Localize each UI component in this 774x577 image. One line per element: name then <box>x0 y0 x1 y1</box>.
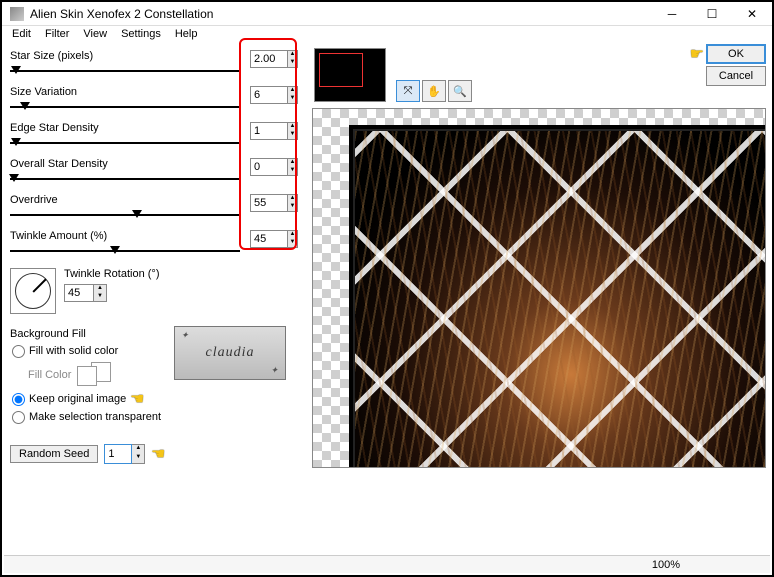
watermark-logo: claudia <box>174 326 286 380</box>
zoom-tool-button[interactable]: 🔍 <box>448 80 472 102</box>
pointer-tool-icon: ⤧ <box>404 85 413 98</box>
input-twinkle-rotation[interactable] <box>64 284 94 302</box>
color-swatch[interactable] <box>77 362 115 388</box>
preview-panel: ⤧ ✋ 🔍 ☛ OK Cancel <box>312 44 772 468</box>
preview-canvas[interactable] <box>312 108 766 468</box>
menu-help[interactable]: Help <box>175 28 198 40</box>
input-overdrive[interactable] <box>250 194 288 212</box>
spin-down-icon[interactable]: ▼ <box>288 59 297 67</box>
menu-bar: Edit Filter View Settings Help <box>2 26 772 44</box>
label-twinkle-rotation: Twinkle Rotation (°) <box>64 268 160 280</box>
input-edge-density[interactable] <box>250 122 288 140</box>
radio-transparent[interactable]: Make selection transparent <box>10 408 304 426</box>
spin-up-icon[interactable]: ▲ <box>288 51 297 59</box>
slider-edge-density[interactable]: Edge Star Density ▲▼ <box>10 122 304 156</box>
slider-overdrive[interactable]: Overdrive ▲▼ <box>10 194 304 228</box>
pointer-icon: ☛ <box>690 44 704 64</box>
settings-panel: Star Size (pixels) ▲▼ Size Variation ▲▼ … <box>2 44 312 468</box>
navigator-thumbnail[interactable] <box>314 48 386 102</box>
pointer-icon: ☛ <box>130 389 144 409</box>
slider-twinkle-amount[interactable]: Twinkle Amount (%) ▲▼ <box>10 230 304 264</box>
menu-filter[interactable]: Filter <box>45 28 69 40</box>
input-overall-density[interactable] <box>250 158 288 176</box>
pointer-icon: ☛ <box>151 444 165 464</box>
input-star-size[interactable] <box>250 50 288 68</box>
input-size-variation[interactable] <box>250 86 288 104</box>
random-seed-button[interactable]: Random Seed <box>10 445 98 463</box>
twinkle-rotation-dial[interactable] <box>10 268 56 314</box>
cancel-button[interactable]: Cancel <box>706 66 766 86</box>
slider-size-variation[interactable]: Size Variation ▲▼ <box>10 86 304 120</box>
magnifier-icon: 🔍 <box>453 85 467 98</box>
ok-button[interactable]: OK <box>706 44 766 64</box>
zoom-level: 100% <box>652 559 680 571</box>
window-title: Alien Skin Xenofex 2 Constellation <box>30 7 652 21</box>
minimize-button[interactable]: ─ <box>652 2 692 26</box>
title-bar: Alien Skin Xenofex 2 Constellation ─ ☐ ✕ <box>2 2 772 26</box>
input-twinkle-amount[interactable] <box>250 230 288 248</box>
hand-tool-button[interactable]: ✋ <box>422 80 446 102</box>
preview-image <box>353 129 766 468</box>
app-icon <box>10 7 24 21</box>
move-tool-button[interactable]: ⤧ <box>396 80 420 102</box>
menu-settings[interactable]: Settings <box>121 28 161 40</box>
radio-keep-original[interactable]: Keep original image☛ <box>10 390 304 408</box>
input-random-seed[interactable] <box>104 444 132 464</box>
hand-icon: ✋ <box>427 85 441 98</box>
close-button[interactable]: ✕ <box>732 2 772 26</box>
menu-edit[interactable]: Edit <box>12 28 31 40</box>
maximize-button[interactable]: ☐ <box>692 2 732 26</box>
slider-overall-density[interactable]: Overall Star Density ▲▼ <box>10 158 304 192</box>
label-fill-color: Fill Color <box>28 369 71 381</box>
menu-view[interactable]: View <box>83 28 107 40</box>
status-bar: 100% <box>4 555 770 573</box>
slider-star-size[interactable]: Star Size (pixels) ▲▼ <box>10 50 304 84</box>
